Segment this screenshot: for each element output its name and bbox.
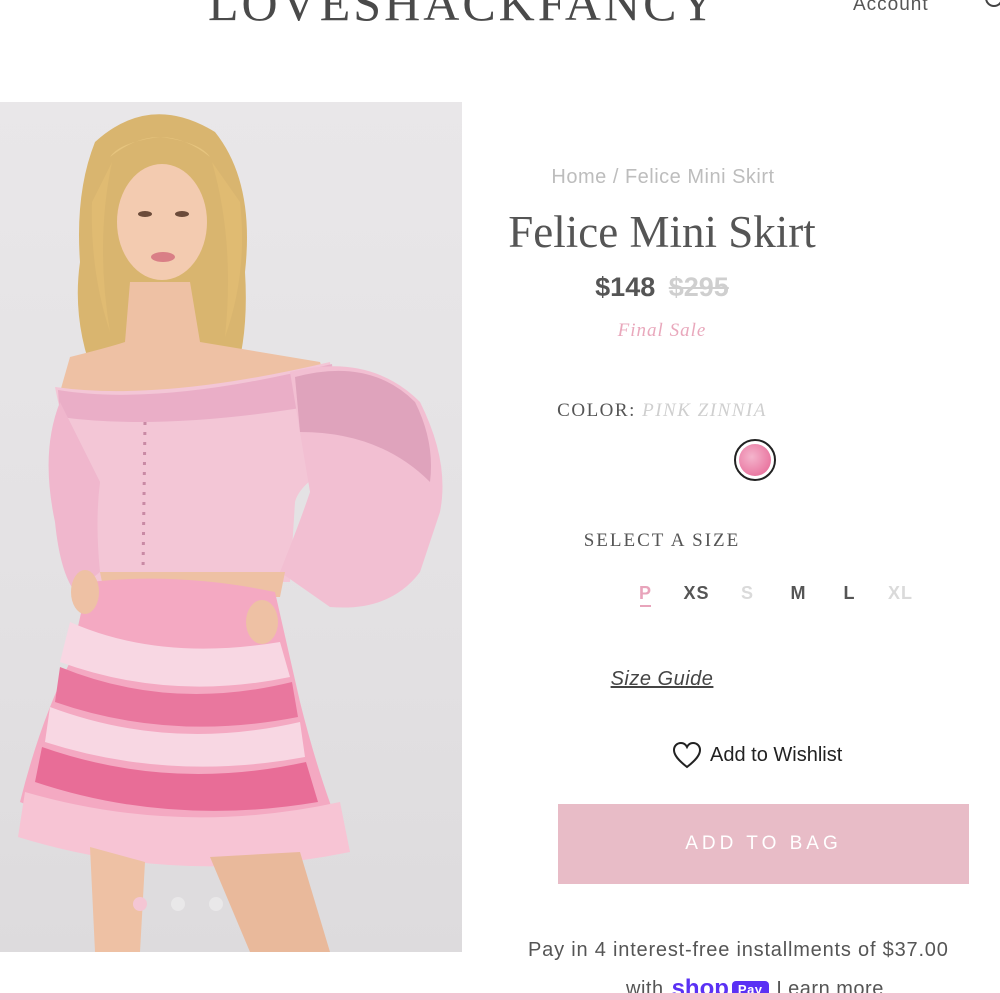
sale-price: $148 [595,272,656,302]
breadcrumb-home[interactable]: Home [551,166,606,188]
account-link[interactable]: Account [853,0,929,16]
size-option-s[interactable]: S [722,583,773,604]
price-row: $148 $295 [362,272,962,303]
size-option-l[interactable]: L [824,583,875,604]
search-icon[interactable] [982,0,1000,14]
bottom-banner [0,993,1000,1000]
wishlist-label: Add to Wishlist [710,743,843,766]
carousel-dot-3[interactable] [209,897,223,911]
add-to-wishlist-button[interactable]: Add to Wishlist [672,741,842,769]
original-price: $295 [668,272,729,302]
breadcrumb: Home / Felice Mini Skirt [363,166,963,189]
color-swatch-pink-zinnia[interactable] [734,439,776,481]
carousel-dot-1[interactable] [133,897,147,911]
installments-text: Pay in 4 interest-free installments of $… [528,939,949,961]
add-to-bag-button[interactable]: ADD TO BAG [558,804,969,884]
size-option-m[interactable]: M [773,583,824,604]
breadcrumb-separator: / [606,166,625,188]
size-option-xl[interactable]: XL [875,583,926,604]
color-value: PINK ZINNIA [642,400,767,421]
size-guide-link[interactable]: Size Guide [362,668,962,691]
color-label: COLOR: [557,400,643,421]
size-option-xs[interactable]: XS [671,583,722,604]
final-sale-label: Final Sale [617,320,707,341]
product-title: Felice Mini Skirt [508,207,816,257]
swatch-fill [739,444,771,476]
heart-icon [672,741,702,769]
brand-logo[interactable]: LOVESHACKFANCY [208,0,719,28]
carousel-dot-2[interactable] [171,897,185,911]
color-row: COLOR: PINK ZINNIA [362,400,962,422]
breadcrumb-current: Felice Mini Skirt [624,166,775,188]
size-title: SELECT A SIZE [583,530,741,551]
size-option-p[interactable]: P [620,583,671,607]
size-selector: P XS S M L XL [620,583,926,607]
carousel-dots [133,897,223,911]
